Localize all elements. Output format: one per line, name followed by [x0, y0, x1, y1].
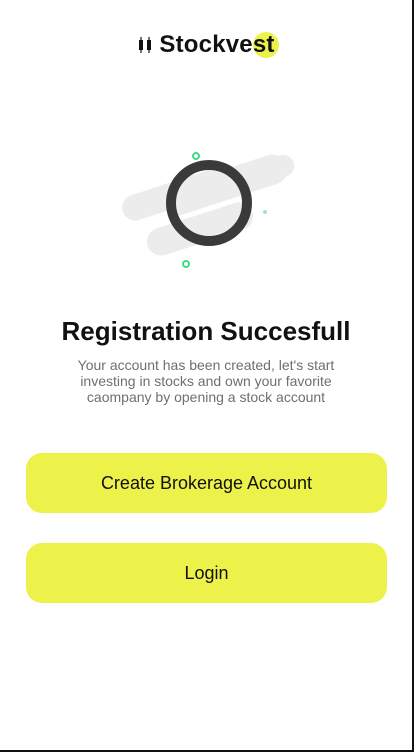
create-brokerage-account-button[interactable]: Create Brokerage Account	[26, 453, 387, 513]
loading-ring-icon	[122, 152, 295, 268]
brand-header: Stockvest	[0, 30, 412, 60]
brand-name: Stockvest	[159, 31, 279, 59]
login-button[interactable]: Login	[26, 543, 387, 603]
app-screen: Stockvest Registration Succesfull Your a…	[0, 0, 414, 752]
page-title: Registration Succesfull	[61, 316, 351, 346]
page-description: Your account has been created, let's sta…	[77, 357, 335, 405]
candlestick-logo-icon	[139, 37, 152, 53]
